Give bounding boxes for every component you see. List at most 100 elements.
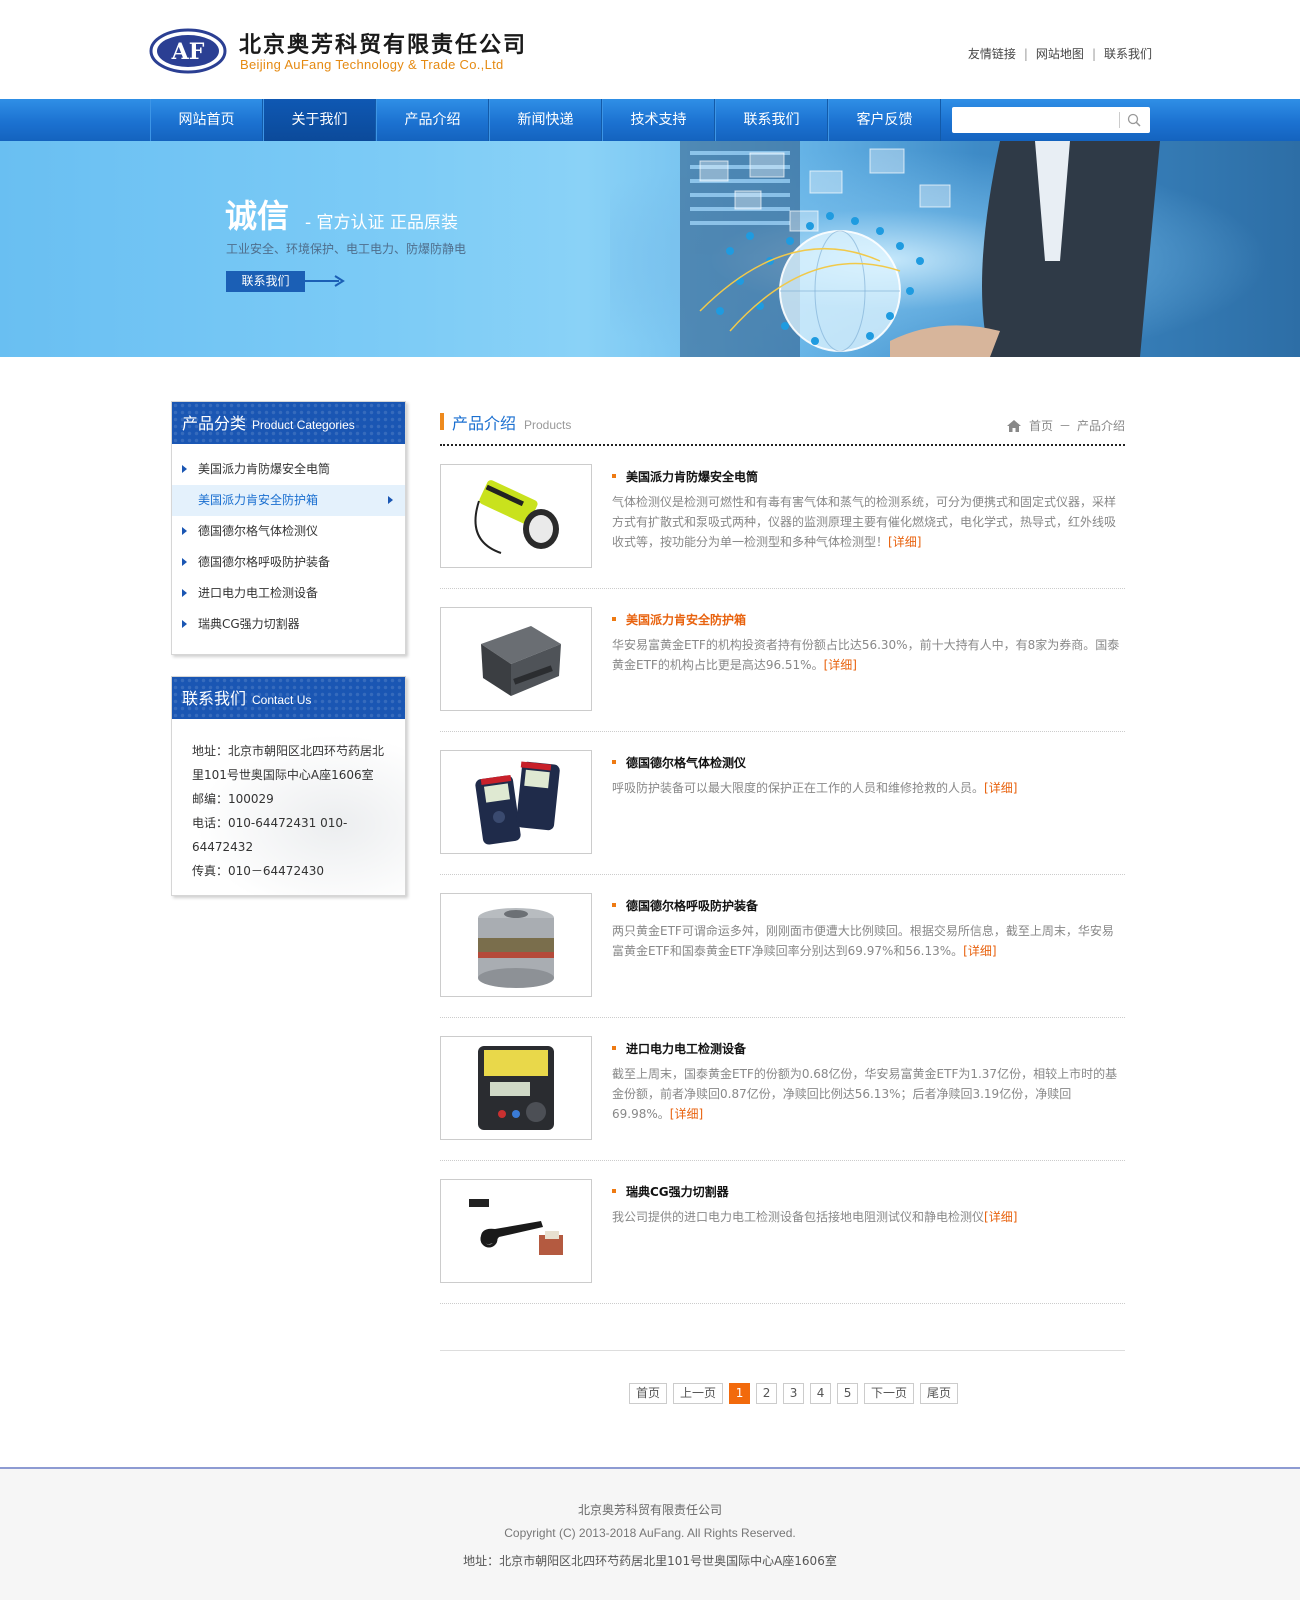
product-title[interactable]: 进口电力电工检测设备 [612, 1040, 746, 1057]
link-contact[interactable]: 联系我们 [1104, 45, 1152, 62]
nav-contact[interactable]: 联系我们 [715, 99, 828, 141]
contact-title-en: Contact Us [252, 693, 312, 707]
category-label: 美国派力肯安全防护箱 [198, 493, 319, 507]
product-image[interactable] [440, 1179, 592, 1283]
page-number[interactable]: 2 [756, 1383, 778, 1404]
page-number-current[interactable]: 1 [729, 1383, 751, 1404]
site-footer: 北京奥芳科贸有限责任公司 Copyright (C) 2013-2018 AuF… [0, 1469, 1300, 1600]
triangle-right-icon [182, 527, 187, 535]
breadcrumb-home[interactable]: 首页 [1029, 417, 1053, 434]
nav-products[interactable]: 产品介绍 [376, 99, 489, 141]
hero-banner: 诚信 - 官方认证 正品原装 工业安全、环境保护、电工电力、防爆防静电 联系我们 [0, 141, 1300, 357]
link-friends[interactable]: 友情链接 [968, 45, 1016, 62]
category-item[interactable]: 进口电力电工检测设备 [172, 578, 405, 609]
product-image[interactable] [440, 607, 592, 711]
category-label: 德国德尔格呼吸防护装备 [198, 555, 331, 569]
product-title[interactable]: 德国德尔格气体检测仪 [612, 754, 746, 771]
footer-address: 地址：北京市朝阳区北四环芍药居北里101号世奥国际中心A座1606室 [463, 1554, 837, 1568]
product-title[interactable]: 德国德尔格呼吸防护装备 [612, 897, 758, 914]
product-image[interactable] [440, 893, 592, 997]
search-input[interactable] [956, 110, 1116, 130]
category-list: 美国派力肯防爆安全电筒 美国派力肯安全防护箱 德国德尔格气体检测仪 德国德尔格呼… [172, 444, 405, 654]
pager-divider [440, 1350, 1125, 1351]
product-image[interactable] [440, 1036, 592, 1140]
title-accent-bar [440, 413, 444, 430]
page-last[interactable]: 尾页 [920, 1383, 959, 1404]
banner-contact-button[interactable]: 联系我们 [226, 271, 305, 292]
product-item: 美国派力肯防爆安全电筒 气体检测仪是检测可燃性和有毒有害气体和蒸气的检测系统，可… [440, 446, 1125, 589]
triangle-right-icon [182, 558, 187, 566]
link-sitemap[interactable]: 网站地图 [1036, 45, 1084, 62]
contact-info: 地址：北京市朝阳区北四环芍药居北 里101号世奥国际中心A座1606室 邮编：1… [172, 719, 405, 895]
contact-title: 联系我们 [182, 689, 247, 708]
divider: | [1023, 46, 1028, 61]
category-item[interactable]: 德国德尔格呼吸防护装备 [172, 547, 405, 578]
product-description: 呼吸防护装备可以最大限度的保护正在工作的人员和维修抢救的人员。[详细] [612, 778, 1125, 798]
product-item: 美国派力肯安全防护箱 华安易富黄金ETF的机构投资者持有份额占比达56.30%，… [440, 589, 1125, 732]
detail-link[interactable]: [详细] [888, 535, 921, 549]
product-desc-text: 气体检测仪是检测可燃性和有毒有害气体和蒸气的检测系统，可分为便携式和固定式仪器，… [612, 495, 1117, 549]
meter-image [478, 1046, 554, 1130]
page-number[interactable]: 4 [810, 1383, 832, 1404]
product-title[interactable]: 瑞典CG强力切割器 [612, 1183, 729, 1200]
category-item[interactable]: 美国派力肯防爆安全电筒 [172, 454, 405, 485]
nav-about[interactable]: 关于我们 [263, 99, 376, 141]
product-description: 华安易富黄金ETF的机构投资者持有份额占比达56.30%，前十大持有人中，有8家… [612, 635, 1125, 675]
product-item: 进口电力电工检测设备 截至上周末，国泰黄金ETF的份额为0.68亿份，华安易富黄… [440, 1018, 1125, 1161]
main-nav: 网站首页 关于我们 产品介绍 新闻快递 技术支持 联系我们 客户反馈 [0, 99, 1300, 141]
nav-support[interactable]: 技术支持 [602, 99, 715, 141]
top-links: 友情链接 | 网站地图 | 联系我们 [968, 45, 1152, 62]
product-image[interactable] [440, 750, 592, 854]
category-item[interactable]: 德国德尔格气体检测仪 [172, 516, 405, 547]
pagination: 首页 上一页 1 2 3 4 5 下一页 尾页 [629, 1383, 964, 1404]
category-item-active[interactable]: 美国派力肯安全防护箱 [172, 485, 405, 516]
detail-link[interactable]: [详细] [670, 1107, 703, 1121]
detail-link[interactable]: [详细] [963, 944, 996, 958]
page-number[interactable]: 3 [783, 1383, 805, 1404]
contact-address-line2: 里101号世奥国际中心A座1606室 [192, 768, 374, 782]
breadcrumb: 首页 － 产品介绍 [1006, 417, 1125, 434]
product-description: 截至上周末，国泰黄金ETF的份额为0.68亿份，华安易富黄金ETF为1.37亿份… [612, 1064, 1125, 1124]
section-header: 产品介绍 Products 首页 － 产品介绍 [440, 400, 1125, 446]
search-icon[interactable] [1122, 109, 1146, 131]
categories-header: 产品分类 Product Categories [172, 402, 405, 444]
banner-title: 诚信 [225, 197, 290, 235]
home-icon [1006, 419, 1021, 432]
product-description: 气体检测仪是检测可燃性和有毒有害气体和蒸气的检测系统，可分为便携式和固定式仪器，… [612, 492, 1125, 552]
nav-home[interactable]: 网站首页 [150, 99, 263, 141]
category-item[interactable]: 瑞典CG强力切割器 [172, 609, 405, 640]
flashlight-image [474, 480, 559, 554]
product-image[interactable] [440, 464, 592, 568]
product-title[interactable]: 美国派力肯防爆安全电筒 [612, 468, 758, 485]
page-prev[interactable]: 上一页 [673, 1383, 724, 1404]
product-desc-text: 我公司提供的进口电力电工检测设备包括接地电阻测试仪和静电检测仪 [612, 1210, 985, 1224]
gas-detector-image [475, 760, 560, 845]
page-next[interactable]: 下一页 [864, 1383, 915, 1404]
company-name-cn: 北京奥芳科贸有限责任公司 [239, 33, 528, 58]
nav-news[interactable]: 新闻快递 [489, 99, 602, 141]
banner-subtitle: - 官方认证 正品原装 [305, 213, 458, 233]
page-number[interactable]: 5 [837, 1383, 859, 1404]
section-title: 产品介绍 [452, 414, 517, 433]
divider [1119, 112, 1120, 128]
triangle-right-icon [182, 620, 187, 628]
banner-illustration [680, 141, 1160, 357]
category-label: 德国德尔格气体检测仪 [198, 524, 319, 538]
section-title-en: Products [524, 418, 572, 432]
site-header: AF 北京奥芳科贸有限责任公司 Beijing AuFang Technolog… [0, 0, 1300, 99]
breadcrumb-current: 产品介绍 [1076, 419, 1125, 433]
company-logo[interactable]: AF [149, 27, 227, 75]
breadcrumb-separator: － [1058, 419, 1071, 433]
detail-link[interactable]: [详细] [984, 781, 1017, 795]
footer-copyright: Copyright (C) 2013-2018 AuFang. All Righ… [504, 1526, 796, 1540]
contact-address: 地址：北京市朝阳区北四环芍药居北 [192, 744, 385, 758]
contact-phone: 电话：010-64472431 010-64472432 [192, 816, 348, 854]
filter-image [478, 907, 554, 988]
detail-link[interactable]: [详细] [984, 1210, 1017, 1224]
detail-link[interactable]: [详细] [824, 658, 857, 672]
nav-feedback[interactable]: 客户反馈 [828, 99, 941, 141]
page-first[interactable]: 首页 [629, 1383, 668, 1404]
company-name-en: Beijing AuFang Technology & Trade Co.,Lt… [240, 57, 504, 72]
product-title[interactable]: 美国派力肯安全防护箱 [612, 611, 746, 628]
product-list: 美国派力肯防爆安全电筒 气体检测仪是检测可燃性和有毒有害气体和蒸气的检测系统，可… [440, 446, 1125, 1304]
